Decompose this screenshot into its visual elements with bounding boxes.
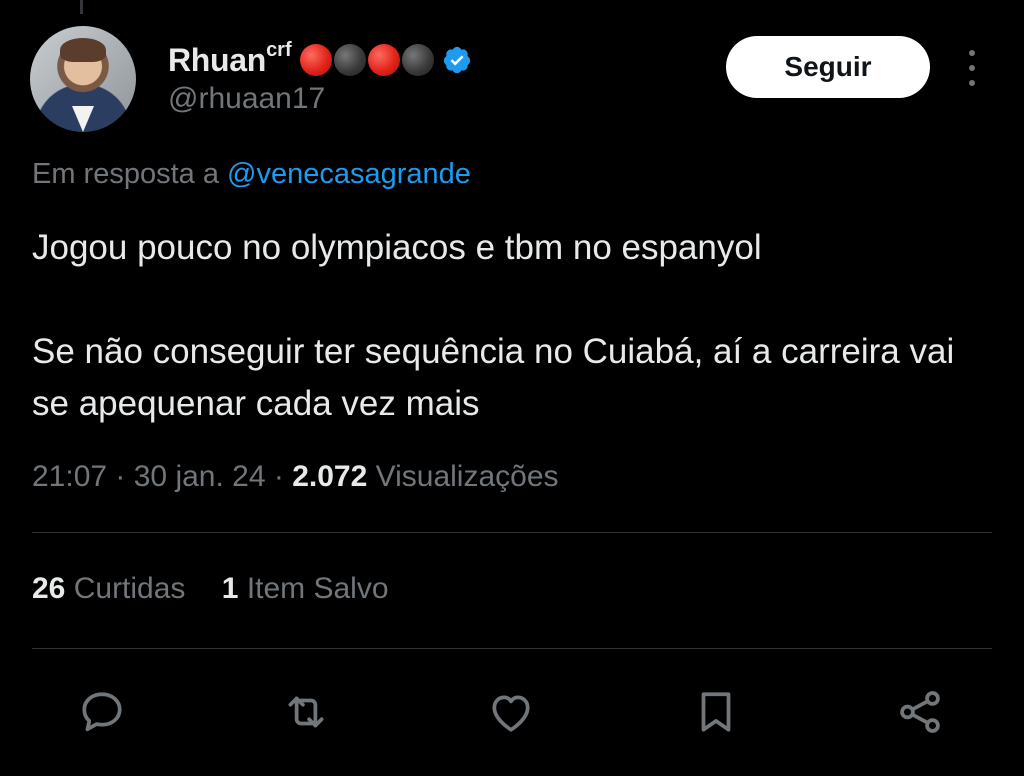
meta-separator: ·: [273, 460, 293, 493]
verified-badge-icon: [443, 46, 470, 74]
divider: [32, 648, 992, 649]
author-display-name[interactable]: Rhuan: [168, 42, 266, 79]
views-count: 2.072: [292, 460, 368, 493]
author-name-row[interactable]: Rhuan crf: [168, 38, 472, 80]
bookmarks-count: 1: [221, 572, 239, 605]
tweet-body: Jogou pouco no olympiacos e tbm no espan…: [32, 222, 992, 430]
tweet-actions-bar: [0, 680, 1024, 744]
more-options-button[interactable]: [958, 46, 986, 90]
follow-button[interactable]: Seguir: [726, 36, 930, 98]
tweet-paragraph: Jogou pouco no olympiacos e tbm no espan…: [32, 228, 762, 267]
share-button[interactable]: [888, 680, 952, 744]
thread-connector-line: [80, 0, 83, 14]
reply-context: Em resposta a @venecasagrande: [32, 158, 471, 191]
tweet-date[interactable]: 30 jan. 24: [134, 460, 266, 493]
like-button[interactable]: [479, 680, 543, 744]
likes-count: 26: [32, 572, 66, 605]
tweet-paragraph: Se não conseguir ter sequência no Cuiabá…: [32, 332, 955, 423]
red-circle-emoji-icon: [367, 44, 400, 76]
share-icon: [900, 691, 940, 733]
like-icon: [492, 695, 530, 732]
bookmark-button[interactable]: [684, 680, 748, 744]
bookmarks-stat[interactable]: 1 Item Salvo: [222, 572, 389, 605]
more-dot-icon: [969, 64, 975, 71]
previous-tweet-sliver: [0, 0, 1024, 14]
tweet-stats: 26 Curtidas 1 Item Salvo: [32, 572, 417, 606]
avatar[interactable]: [30, 26, 136, 132]
tweet-header: Rhuan crf @rhuaan17 Seguir: [0, 22, 1024, 142]
more-dot-icon: [969, 79, 975, 86]
tweet-meta: 21:07 · 30 jan. 24 · 2.072 Visualizações: [32, 460, 559, 494]
black-circle-emoji-icon: [333, 44, 366, 76]
red-circle-emoji-icon: [299, 44, 332, 76]
reply-button[interactable]: [70, 680, 134, 744]
views-label: Visualizações: [375, 460, 559, 493]
reply-icon: [82, 692, 122, 732]
reply-context-prefix: Em resposta a: [32, 158, 219, 190]
tweet-time[interactable]: 21:07: [32, 460, 107, 493]
black-circle-emoji-icon: [401, 44, 434, 76]
reply-mention-link[interactable]: @venecasagrande: [227, 158, 471, 190]
divider: [32, 532, 992, 533]
author-handle[interactable]: @rhuaan17: [168, 82, 325, 116]
meta-separator: ·: [115, 460, 134, 493]
more-dot-icon: [969, 50, 975, 57]
author-name-superscript: crf: [266, 38, 292, 61]
likes-stat[interactable]: 26 Curtidas: [32, 572, 194, 605]
likes-label: Curtidas: [73, 572, 186, 605]
bookmarks-label: Item Salvo: [246, 572, 389, 605]
retweet-icon: [288, 696, 324, 728]
bookmark-icon: [701, 692, 731, 732]
retweet-button[interactable]: [274, 680, 338, 744]
